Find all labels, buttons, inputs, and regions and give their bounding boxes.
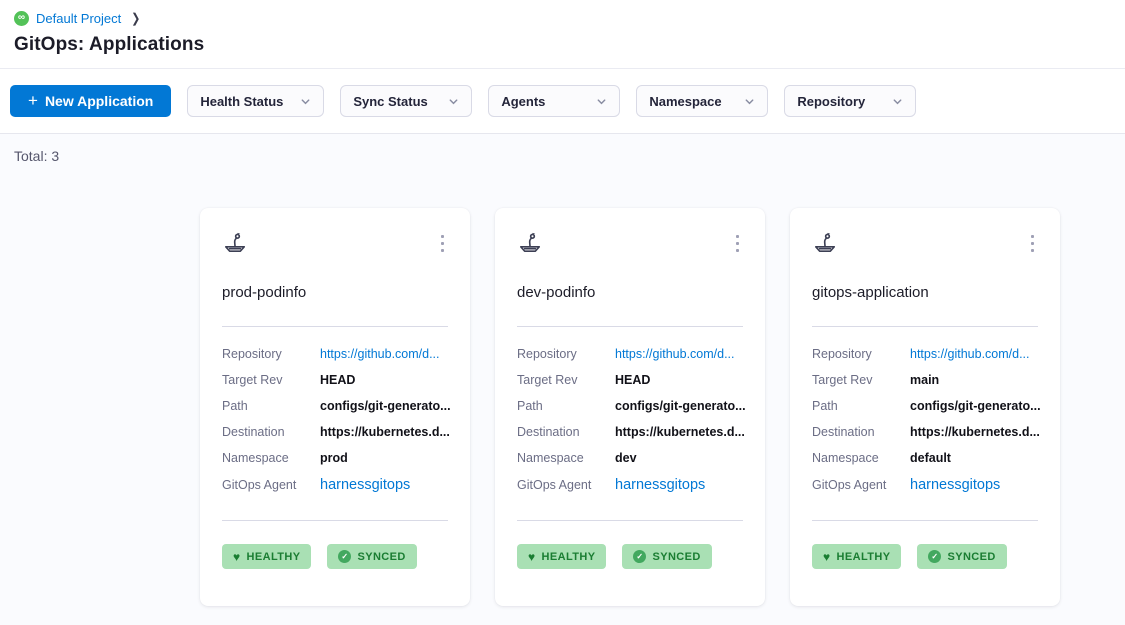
plus-icon: + <box>28 92 38 109</box>
application-name[interactable]: dev-podinfo <box>517 284 743 302</box>
new-application-button[interactable]: + New Application <box>10 85 171 117</box>
filter-label: Namespace <box>649 94 721 109</box>
kebab-menu-icon[interactable] <box>1027 233 1038 254</box>
divider <box>517 520 743 521</box>
field-value: main <box>910 373 939 387</box>
application-card[interactable]: gitops-application Repositoryhttps://git… <box>790 208 1060 606</box>
divider <box>222 520 448 521</box>
field-value: https://kubernetes.d... <box>910 425 1040 439</box>
filter-label: Sync Status <box>353 94 427 109</box>
field-label: Path <box>812 399 910 413</box>
kebab-menu-icon[interactable] <box>437 233 448 254</box>
field-label: Path <box>517 399 615 413</box>
check-circle-icon: ✓ <box>928 550 941 563</box>
chevron-right-icon: ❯ <box>131 10 140 26</box>
kebab-menu-icon[interactable] <box>732 233 743 254</box>
application-card[interactable]: prod-podinfo Repositoryhttps://github.co… <box>200 208 470 606</box>
health-status-badge: ♥HEALTHY <box>222 544 311 569</box>
divider <box>222 326 448 327</box>
repository-link[interactable]: https://github.com/d... <box>320 347 440 361</box>
field-rows: Repositoryhttps://github.com/d... Target… <box>517 341 743 498</box>
field-value: https://kubernetes.d... <box>320 425 450 439</box>
heart-icon: ♥ <box>233 551 241 563</box>
field-label: Namespace <box>222 451 320 465</box>
divider <box>812 326 1038 327</box>
breadcrumb-project-link[interactable]: Default Project <box>36 11 121 26</box>
chevron-down-icon <box>448 96 459 107</box>
project-icon: ∞ <box>14 11 29 26</box>
heart-icon: ♥ <box>528 551 536 563</box>
field-value: configs/git-generato... <box>910 399 1041 413</box>
sync-status-badge: ✓SYNCED <box>917 544 1006 569</box>
filter-label: Health Status <box>200 94 283 109</box>
field-label: Target Rev <box>222 373 320 387</box>
filter-agents[interactable]: Agents <box>488 85 620 117</box>
health-status-badge: ♥HEALTHY <box>517 544 606 569</box>
field-rows: Repositoryhttps://github.com/d... Target… <box>812 341 1038 498</box>
page-header: ∞ Default Project ❯ GitOps: Applications <box>0 0 1125 69</box>
field-label: GitOps Agent <box>222 478 320 492</box>
gitops-agent-link[interactable]: harnessgitops <box>320 477 410 493</box>
field-label: Destination <box>222 425 320 439</box>
application-cards: prod-podinfo Repositoryhttps://github.co… <box>200 208 1111 606</box>
field-label: Namespace <box>517 451 615 465</box>
chevron-down-icon <box>596 96 607 107</box>
filter-label: Repository <box>797 94 865 109</box>
filter-repository[interactable]: Repository <box>784 85 916 117</box>
check-circle-icon: ✓ <box>633 550 646 563</box>
chevron-down-icon <box>744 96 755 107</box>
field-label: Repository <box>222 347 320 361</box>
gitops-agent-link[interactable]: harnessgitops <box>910 477 1000 493</box>
chevron-down-icon <box>300 96 311 107</box>
repository-link[interactable]: https://github.com/d... <box>615 347 735 361</box>
field-label: Target Rev <box>812 373 910 387</box>
gitops-agent-link[interactable]: harnessgitops <box>615 477 705 493</box>
application-card[interactable]: dev-podinfo Repositoryhttps://github.com… <box>495 208 765 606</box>
gitops-app-icon <box>517 230 543 256</box>
filter-health-status[interactable]: Health Status <box>187 85 324 117</box>
filter-sync-status[interactable]: Sync Status <box>340 85 472 117</box>
sync-status-badge: ✓SYNCED <box>622 544 711 569</box>
sync-status-badge: ✓SYNCED <box>327 544 416 569</box>
filter-label: Agents <box>501 94 545 109</box>
divider <box>517 326 743 327</box>
repository-link[interactable]: https://github.com/d... <box>910 347 1030 361</box>
gitops-app-icon <box>222 230 248 256</box>
field-label: Path <box>222 399 320 413</box>
new-application-label: New Application <box>45 93 153 109</box>
field-label: Target Rev <box>517 373 615 387</box>
field-value: configs/git-generato... <box>615 399 746 413</box>
field-label: Repository <box>812 347 910 361</box>
chevron-down-icon <box>892 96 903 107</box>
application-name[interactable]: prod-podinfo <box>222 284 448 302</box>
field-label: Namespace <box>812 451 910 465</box>
health-status-badge: ♥HEALTHY <box>812 544 901 569</box>
field-value: HEAD <box>320 373 355 387</box>
field-value: configs/git-generato... <box>320 399 451 413</box>
page-title: GitOps: Applications <box>14 34 1111 56</box>
application-name[interactable]: gitops-application <box>812 284 1038 302</box>
divider <box>812 520 1038 521</box>
field-label: Repository <box>517 347 615 361</box>
field-value: HEAD <box>615 373 650 387</box>
field-label: Destination <box>812 425 910 439</box>
field-label: GitOps Agent <box>517 478 615 492</box>
filter-namespace[interactable]: Namespace <box>636 85 768 117</box>
field-value: default <box>910 451 951 465</box>
field-rows: Repositoryhttps://github.com/d... Target… <box>222 341 448 498</box>
field-value: dev <box>615 451 637 465</box>
field-value: https://kubernetes.d... <box>615 425 745 439</box>
gitops-app-icon <box>812 230 838 256</box>
breadcrumb: ∞ Default Project ❯ <box>14 9 1111 27</box>
toolbar: + New Application Health Status Sync Sta… <box>0 69 1125 134</box>
check-circle-icon: ✓ <box>338 550 351 563</box>
content-area: Total: 3 prod-podinfo Reposit <box>0 134 1125 620</box>
total-count: Total: 3 <box>14 148 1111 164</box>
field-label: Destination <box>517 425 615 439</box>
field-label: GitOps Agent <box>812 478 910 492</box>
heart-icon: ♥ <box>823 551 831 563</box>
field-value: prod <box>320 451 348 465</box>
